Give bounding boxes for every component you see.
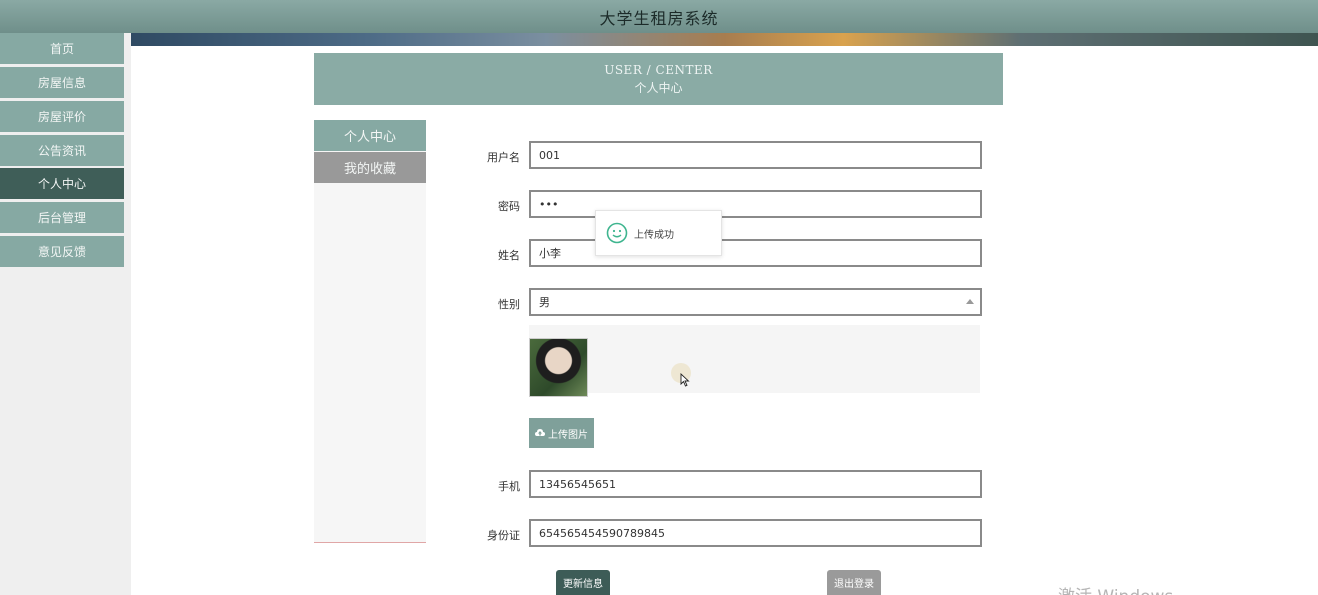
idcard-label: 身份证 [487,529,520,542]
tab-profile[interactable]: 个人中心 [314,120,426,151]
upload-success-toast: 上传成功 [595,210,722,256]
phone-label: 手机 [498,480,520,493]
mouse-pointer-icon [680,373,690,387]
nav-item-news[interactable]: 公告资讯 [0,135,124,166]
windows-activation-watermark: 激活 Windows [1058,582,1173,595]
nav-item-user-center[interactable]: 个人中心 [0,168,124,199]
gender-select[interactable]: 男 [529,288,982,316]
avatar [529,338,588,397]
logout-button[interactable]: 退出登录 [827,570,881,595]
app-title: 大学生租房系统 [599,8,719,28]
nav-item-home[interactable]: 首页 [0,33,124,64]
nav-item-house-review[interactable]: 房屋评价 [0,101,124,132]
gender-selected-value: 男 [539,296,550,309]
update-info-button[interactable]: 更新信息 [556,570,610,595]
cloud-upload-icon [535,429,545,436]
smile-icon [606,222,628,244]
header-chinese-title: 个人中心 [634,81,683,95]
section-header: USER / CENTER 个人中心 [314,53,1003,105]
tab-favorites[interactable]: 我的收藏 [314,152,426,183]
upload-image-button[interactable]: 上传图片 [529,418,594,448]
select-arrow-icon [966,299,974,304]
top-bar: 大学生租房系统 [0,0,1318,33]
toast-message: 上传成功 [634,229,674,241]
banner-image [131,33,1318,46]
idcard-input[interactable]: 654565454590789845 [529,519,982,547]
nav-item-feedback[interactable]: 意见反馈 [0,236,124,267]
nav-item-house-info[interactable]: 房屋信息 [0,67,124,98]
username-label: 用户名 [487,151,520,164]
nav-item-admin[interactable]: 后台管理 [0,202,124,233]
password-label: 密码 [498,200,520,213]
header-english-title: USER / CENTER [604,63,713,77]
upload-button-label: 上传图片 [548,429,588,441]
username-input[interactable]: 001 [529,141,982,169]
phone-input[interactable]: 13456545651 [529,470,982,498]
name-label: 姓名 [498,249,520,262]
avatar-preview-area [529,325,980,393]
gender-label: 性别 [498,298,520,311]
user-center-menu: 个人中心 我的收藏 [314,120,426,543]
sidebar: 首页 房屋信息 房屋评价 公告资讯 个人中心 后台管理 意见反馈 [0,33,131,595]
